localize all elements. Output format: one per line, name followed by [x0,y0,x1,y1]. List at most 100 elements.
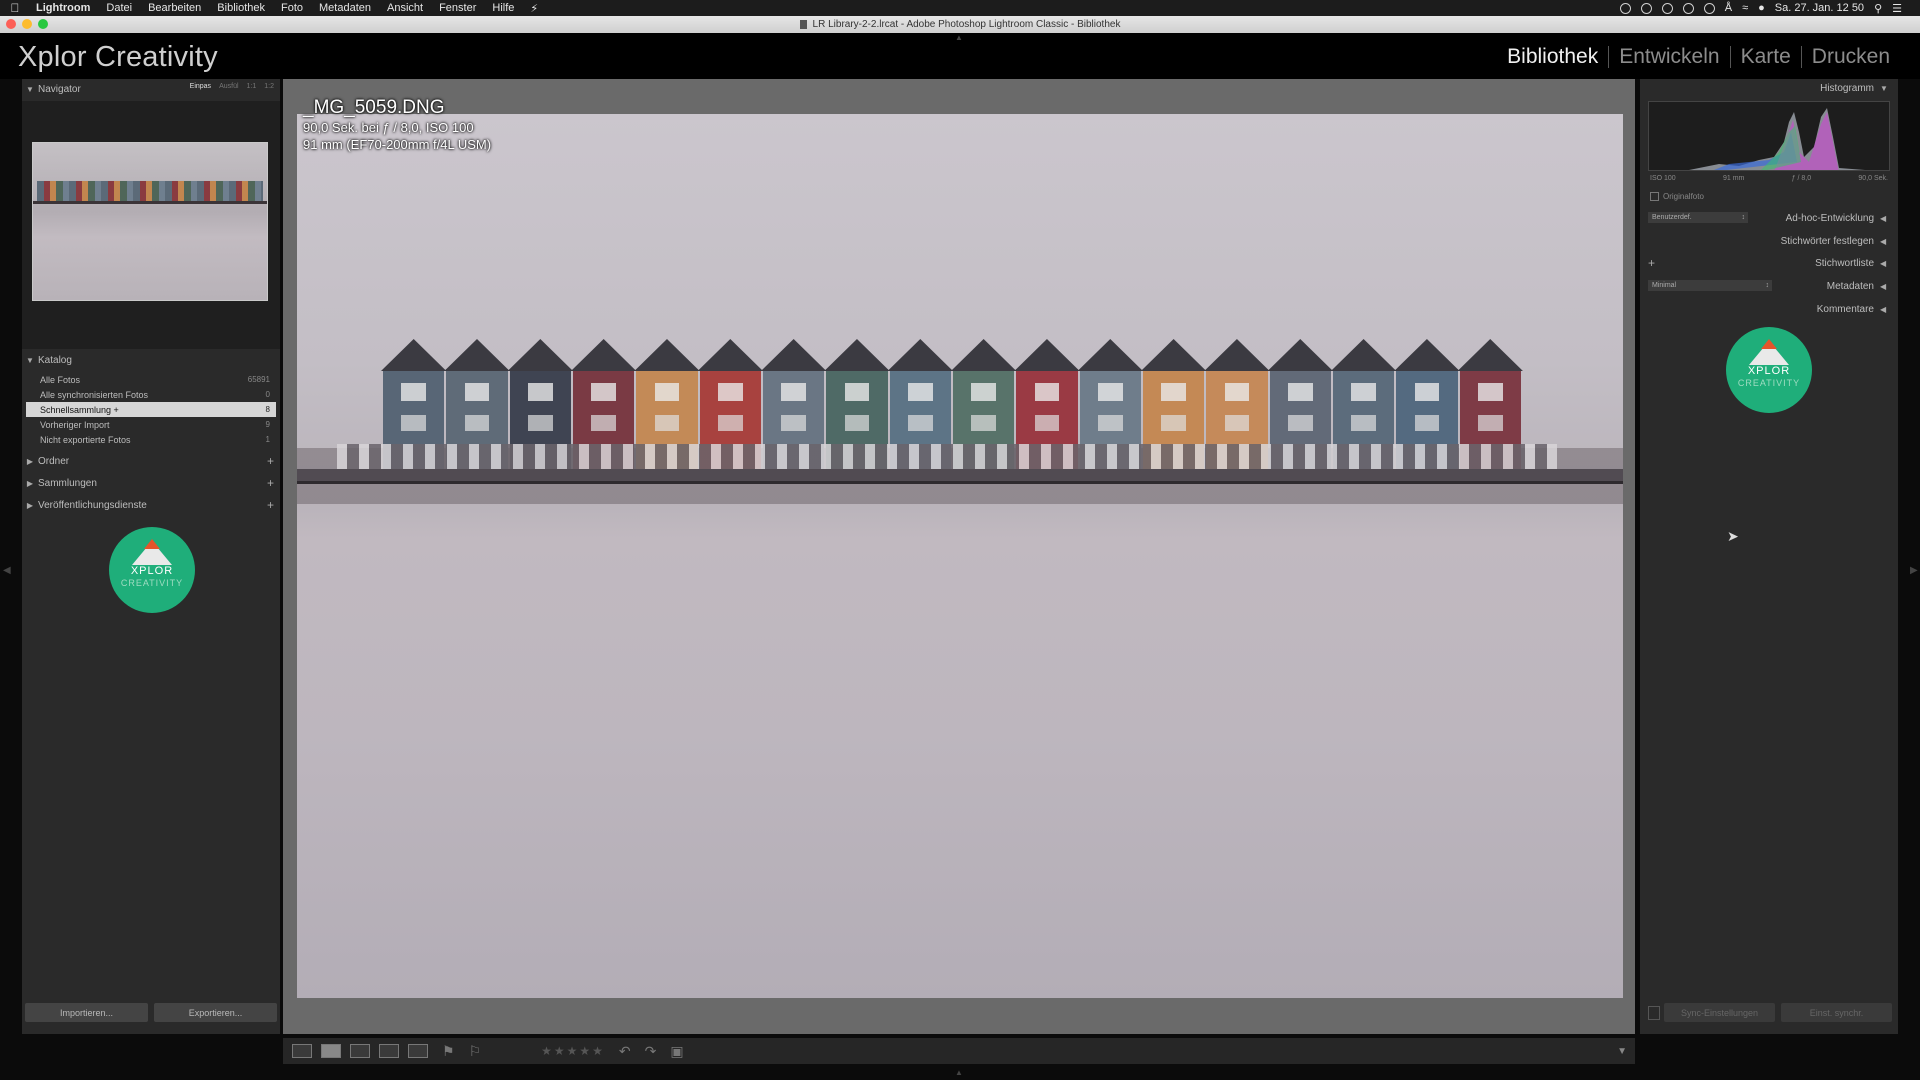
folders-header[interactable]: ▶ Ordner + [22,451,280,471]
rotate-right-icon[interactable]: ↷ [645,1043,657,1060]
menu-lightroom[interactable]: Lightroom [30,2,98,14]
histogram-header[interactable]: Histogramm ▼ [1640,79,1898,97]
menu-fenster[interactable]: Fenster [431,2,484,14]
navigator-thumbnail[interactable] [32,142,268,301]
catalog-item-synced-photos[interactable]: Alle synchronisierten Fotos 0 [26,387,276,402]
add-keyword-icon[interactable]: + [1640,256,1655,270]
zoom-1-1[interactable]: 1:1 [247,83,257,90]
menu-ansicht[interactable]: Ansicht [379,2,431,14]
add-publish-service-icon[interactable]: + [267,498,274,512]
module-picker: Bibliothek Entwickeln Karte Drucken [1497,45,1900,69]
comments-header[interactable]: Kommentare ◀ [1640,300,1898,318]
compare-view-button[interactable] [350,1044,370,1058]
quick-develop-header[interactable]: Benutzerdef. ↕ Ad-hoc-Entwicklung ◀ [1640,209,1898,227]
zoom-window-button[interactable] [38,19,48,29]
loupe-view-button[interactable] [321,1044,341,1058]
add-folder-icon[interactable]: + [267,454,274,468]
expand-triangle-icon: ▶ [26,478,34,488]
wifi-icon[interactable]: ≈ [1742,2,1748,14]
minimize-window-button[interactable] [22,19,32,29]
metadata-header[interactable]: Minimal ↕ Metadaten ◀ [1640,277,1898,295]
bolt-icon[interactable]: ⚡ [522,2,546,15]
keywording-header[interactable]: Stichwörter festlegen ◀ [1640,232,1898,250]
xplor-logo: XPLOR CREATIVITY [1726,327,1812,413]
photo-info-overlay: _MG_5059.DNG 90,0 Sek. bei ƒ / 8,0, ISO … [303,97,491,153]
house-roof [634,339,700,371]
status-icon-1[interactable] [1619,2,1631,14]
menu-datei[interactable]: Datei [98,2,140,14]
catalog-item-all-photos[interactable]: Alle Fotos 65891 [26,372,276,387]
crop-overlay-icon[interactable]: ▣ [670,1043,683,1060]
close-window-button[interactable] [6,19,16,29]
flag-reject-icon[interactable]: ⚐ [469,1043,482,1060]
status-icon-3[interactable] [1661,2,1673,14]
clock-icon[interactable] [1703,2,1715,14]
house-roof [950,339,1017,371]
collections-title: Sammlungen [38,477,97,489]
flag-pick-icon[interactable]: ⚑ [442,1043,455,1060]
catalog-item-count: 1 [265,435,270,444]
add-collection-icon[interactable]: + [267,476,274,490]
rating-stars[interactable]: ★★★★★ [541,1044,605,1058]
navigator-header[interactable]: ▼ Navigator Einpas Ausfül 1:1 1:2 [22,79,280,99]
menu-bibliothek[interactable]: Bibliothek [209,2,273,14]
zoom-1-2[interactable]: 1:2 [264,83,274,90]
loupe-photo[interactable] [297,114,1623,998]
keyword-list-title: Stichwortliste [1815,257,1874,269]
publish-services-header[interactable]: ▶ Veröffentlichungsdienste + [22,495,280,515]
collections-header[interactable]: ▶ Sammlungen + [22,473,280,493]
menubar-clock[interactable]: Sa. 27. Jan. 12 50 [1775,2,1864,14]
bluetooth-icon[interactable]: Å [1725,2,1732,14]
toolbar-menu-chevron-icon[interactable]: ▼ [1617,1046,1627,1057]
rotate-left-icon[interactable]: ↶ [619,1043,631,1060]
catalog-item-label: Schnellsammlung + [40,404,119,415]
left-panel-toggle-icon[interactable]: ◀ [3,565,11,576]
module-bibliothek[interactable]: Bibliothek [1497,45,1608,69]
menu-hilfe[interactable]: Hilfe [484,2,522,14]
original-photo-label: Originalfoto [1663,191,1704,201]
right-panel-toggle-icon[interactable]: ▶ [1910,565,1918,576]
user-icon[interactable]: ● [1758,2,1765,14]
search-icon[interactable]: ⚲ [1874,2,1882,15]
menu-foto[interactable]: Foto [273,2,311,14]
expand-triangle-icon: ◀ [1880,304,1887,314]
original-photo-toggle[interactable]: Originalfoto [1640,187,1898,205]
original-photo-checkbox[interactable] [1650,191,1659,201]
sync-button[interactable]: Sync-Einstellungen [1664,1003,1775,1022]
people-view-button[interactable] [408,1044,428,1058]
module-drucken[interactable]: Drucken [1802,45,1900,69]
grid-view-button[interactable] [292,1044,312,1058]
apple-icon[interactable]:  [0,1,30,15]
logo-line-1: XPLOR [130,565,174,577]
survey-view-button[interactable] [379,1044,399,1058]
top-panel-toggle-icon[interactable]: ▲ [955,33,963,42]
house-window [1034,415,1060,431]
photo-filename: _MG_5059.DNG [303,97,445,118]
status-icon-4[interactable] [1682,2,1694,14]
sync-settings-button[interactable]: Einst. synchr. [1781,1003,1892,1022]
catalog-item-previous-import[interactable]: Vorheriger Import 9 [26,417,276,432]
menu-bearbeiten[interactable]: Bearbeiten [140,2,209,14]
zoom-fill[interactable]: Ausfül [219,83,238,90]
module-entwickeln[interactable]: Entwickeln [1609,45,1729,69]
house-window [781,383,806,401]
brand-name[interactable]: Xplor Creativity [18,41,218,74]
menu-metadaten[interactable]: Metadaten [311,2,379,14]
metadata-title: Metadaten [1826,280,1874,292]
catalog-item-quick-collection[interactable]: Schnellsammlung + 8 [26,402,276,417]
keyword-list-header[interactable]: + Stichwortliste ◀ [1640,254,1898,272]
house-roof [444,339,510,371]
expand-triangle-icon: ◀ [1880,213,1887,223]
notification-center-icon[interactable]: ☰ [1892,2,1902,15]
export-button[interactable]: Exportieren... [154,1003,277,1022]
metadata-view-select[interactable]: Minimal ↕ [1648,280,1772,291]
catalog-item-not-exported[interactable]: Nicht exportierte Fotos 1 [26,432,276,447]
import-button[interactable]: Importieren... [25,1003,148,1022]
bottom-panel-toggle-icon[interactable]: ▲ [955,1068,963,1077]
zoom-fit[interactable]: Einpas [190,83,211,90]
histogram[interactable] [1648,101,1890,171]
catalog-header[interactable]: ▼ Katalog [22,350,280,370]
module-karte[interactable]: Karte [1731,45,1801,69]
status-icon-2[interactable] [1640,2,1652,14]
saved-preset-select[interactable]: Benutzerdef. ↕ [1648,212,1748,223]
